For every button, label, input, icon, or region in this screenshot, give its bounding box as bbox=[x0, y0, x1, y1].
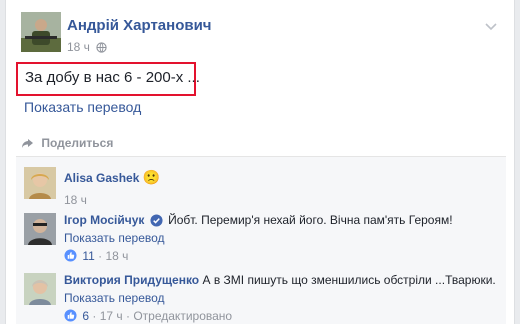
comment-text: А в ЗМІ пишуть що зменшились обстріли ..… bbox=[202, 273, 496, 287]
commenter-avatar[interactable] bbox=[24, 213, 56, 245]
comment-time[interactable]: 17 ч bbox=[100, 309, 123, 323]
post-author-name[interactable]: Андрій Хартанович bbox=[67, 17, 212, 34]
edited-label[interactable]: Отредактировано bbox=[133, 309, 232, 323]
post-card: Андрій Хартанович 18 ч За добу в нас 6 -… bbox=[5, 0, 515, 324]
like-count[interactable]: 11 bbox=[82, 249, 94, 263]
comment-text: Йобт. Перемир'я нехай його. Вічна пам'ят… bbox=[168, 213, 453, 227]
author-avatar[interactable] bbox=[21, 12, 61, 52]
comment-time[interactable]: 18 ч bbox=[64, 193, 87, 207]
like-icon[interactable] bbox=[64, 249, 77, 265]
comment-author[interactable]: Alisa Gashek bbox=[64, 171, 139, 185]
post-text: За добу в нас 6 - 200-х ... bbox=[25, 69, 200, 86]
like-count[interactable]: 6 bbox=[82, 309, 89, 323]
post-text-highlight: За добу в нас 6 - 200-х ... bbox=[16, 62, 200, 96]
post-time[interactable]: 18 ч bbox=[67, 40, 90, 54]
comment-translate-link[interactable]: Показать перевод bbox=[64, 231, 165, 245]
share-icon bbox=[22, 139, 33, 148]
like-icon[interactable] bbox=[64, 309, 77, 324]
commenter-avatar[interactable] bbox=[24, 273, 56, 305]
globe-icon bbox=[96, 42, 107, 56]
share-button[interactable]: Поделиться bbox=[21, 136, 113, 150]
comments-section: Alisa Gashek 🙁 18 ч Ігор Мосійчук Йобт. … bbox=[16, 156, 506, 324]
chevron-down-icon[interactable] bbox=[485, 18, 497, 36]
commenter-avatar[interactable] bbox=[24, 167, 56, 199]
comment-time[interactable]: 18 ч bbox=[106, 249, 129, 263]
comment-translate-link[interactable]: Показать перевод bbox=[64, 291, 165, 305]
post-timestamp: 18 ч bbox=[67, 40, 107, 56]
post-translate-link[interactable]: Показать перевод bbox=[24, 99, 141, 115]
share-label: Поделиться bbox=[41, 136, 114, 150]
verified-badge-icon bbox=[150, 214, 163, 230]
post-header: Андрій Хартанович 18 ч bbox=[21, 12, 501, 56]
comment-meta: 6 · 17 ч · Отредактировано bbox=[64, 309, 232, 324]
comment-author[interactable]: Виктория Придущенко bbox=[64, 273, 199, 287]
comment-meta: 11 · 18 ч bbox=[64, 249, 128, 265]
sad-face-icon: 🙁 bbox=[142, 169, 161, 185]
comment-author[interactable]: Ігор Мосійчук bbox=[64, 213, 144, 227]
